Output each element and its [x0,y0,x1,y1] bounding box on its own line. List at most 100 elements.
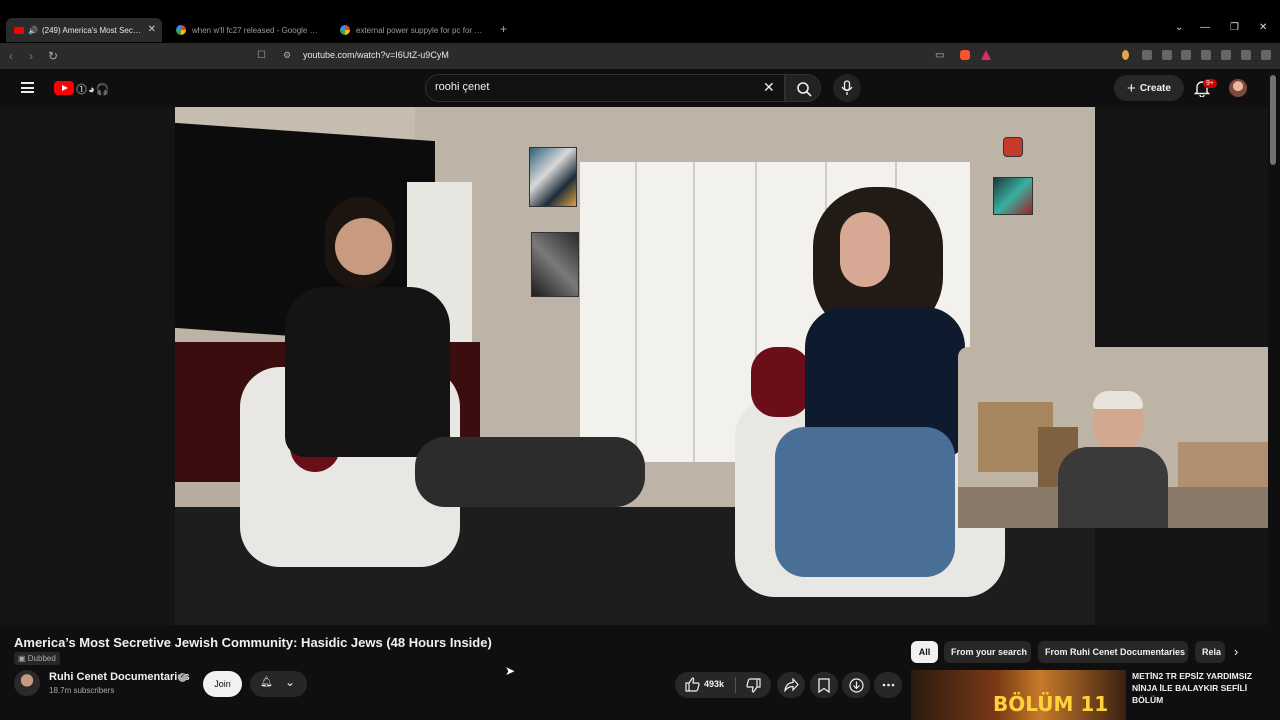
scene-wardrobe-seam [635,162,637,462]
thumbnail-text: BÖLÜM 11 [993,692,1109,716]
youtube-header: ⓵◕🎧 ✕ + Create [0,69,1280,107]
scene-wardrobe-seam [693,162,695,462]
scene-person-man-legs [415,437,645,507]
hamburger-menu-icon[interactable] [21,82,34,93]
webcam-overlay [958,347,1280,528]
dubbed-badge: ▣ Dubbed [14,652,60,665]
page-scrollbar[interactable] [1268,69,1280,720]
tab-youtube[interactable]: 🔊 (249) America's Most Secretiv ✕ [6,18,162,42]
save-button[interactable] [810,672,838,698]
like-count[interactable]: 493k [704,679,724,689]
browser-tabbar: 🔊 (249) America's Most Secretiv ✕ when w… [0,0,1280,43]
youtube-logo[interactable] [54,81,74,95]
leo-ai-icon[interactable] [1221,50,1231,60]
close-icon[interactable]: ✕ [148,24,156,35]
scene-painting [531,232,579,297]
recommended-thumbnail[interactable]: BÖLÜM 11 [911,670,1126,720]
video-title: America’s Most Secretive Jewish Communit… [14,635,492,650]
screen: 🔊 (249) America's Most Secretiv ✕ when w… [0,0,1280,720]
youtube-favicon-icon [14,26,24,34]
chip-related[interactable]: Rela [1195,641,1225,663]
sidebar-icon[interactable] [1181,50,1191,60]
mouse-cursor-icon: ➤ [505,664,516,678]
recommended-title[interactable]: METİN2 TR EPSİZ YARDIMSIZ NİNJA İLE BALA… [1132,670,1252,706]
scene-streamer-body [1058,447,1168,528]
video-frame[interactable] [175,107,1095,625]
tab-label: when w'll fc27 released - Google Sea [192,25,320,35]
share-icon [784,678,799,692]
clear-search-icon[interactable]: ✕ [763,79,775,96]
like-dislike-group: 493k [675,672,771,698]
scene-person-man-head [325,197,395,287]
join-button[interactable]: Join [203,671,242,697]
site-info-icon[interactable]: ⚙ [283,50,291,61]
create-button[interactable]: + Create [1114,75,1184,101]
tab-label: (249) America's Most Secretiv [41,25,142,35]
menu-icon[interactable] [1261,50,1271,60]
verified-check-icon: ✓ [178,673,187,682]
bell-icon: 🔔︎ [260,677,273,688]
download-icon [849,678,864,693]
brave-rewards-icon[interactable] [981,50,991,60]
music-icon[interactable] [1162,50,1172,60]
back-icon[interactable]: ‹ [9,49,13,63]
search-icon [797,82,812,97]
extension-icon[interactable] [1122,50,1129,60]
channel-name[interactable]: Ruhi Cenet Documentaries [49,671,190,683]
window-close-icon[interactable]: ✕ [1259,22,1267,33]
scene-person-woman-face [840,212,890,287]
channel-avatar[interactable] [14,670,40,696]
cast-icon[interactable]: ▭ [935,50,944,61]
scene-person-woman-jeans [775,427,955,577]
new-tab-button[interactable]: + [500,22,507,36]
url-field[interactable]: youtube.com/watch?v=I6UtZ-u9CyM [303,50,449,60]
tab-search-icon[interactable]: ⌄ [1175,22,1183,33]
google-favicon-icon [340,25,350,35]
dislike-icon[interactable] [746,678,761,693]
subscribe-notifications-button[interactable]: 🔔︎ ⌄ [250,671,307,697]
plus-icon: + [1127,79,1136,97]
forward-icon[interactable]: › [29,49,33,63]
extensions-puzzle-icon[interactable] [1142,50,1152,60]
like-divider [735,677,736,693]
tab-google-2[interactable]: external power suppyle for pc for ele [334,18,486,42]
voice-search-button[interactable] [833,74,861,102]
youtube-doodle-icon[interactable]: ⓵◕🎧 [76,81,110,97]
dubbed-label: Dubbed [27,654,56,663]
maximize-icon[interactable]: ❐ [1230,22,1239,33]
address-bar-row: ‹ › ↻ ☐ ⚙ youtube.com/watch?v=I6UtZ-u9Cy… [0,43,1280,69]
bookmark-icon [818,678,830,693]
wallet-icon[interactable] [1201,50,1211,60]
chevron-down-icon: ⌄ [285,675,296,689]
chip-from-search[interactable]: From your search [944,641,1031,663]
more-actions-button[interactable] [874,672,902,698]
share-button[interactable] [777,672,805,698]
microphone-icon [841,80,853,95]
speaker-icon: 🔊 [28,25,38,35]
notification-badge: 9+ [1203,79,1217,88]
minimize-icon[interactable]: — [1200,22,1210,33]
search-button[interactable] [785,74,821,102]
scene-streamer-cap [1093,391,1143,409]
account-avatar[interactable] [1229,79,1247,97]
scene-heart-art [1003,137,1023,157]
bookmark-page-icon[interactable]: ☐ [257,50,266,61]
scene-person-man-body [285,287,450,457]
chip-from-channel[interactable]: From Ruhi Cenet Documentaries [1038,641,1188,663]
chevron-right-icon[interactable]: › [1234,644,1238,659]
download-button[interactable] [842,672,870,698]
scene-painting [529,147,577,207]
search-input[interactable] [435,81,755,93]
search-box[interactable] [425,74,785,102]
tab-label: external power suppyle for pc for ele [356,25,484,35]
scrollbar-thumb[interactable] [1270,75,1276,165]
chip-all[interactable]: All [911,641,938,663]
tab-google-1[interactable]: when w'll fc27 released - Google Sea [170,18,322,42]
brave-shield-icon[interactable] [960,50,970,60]
scene-cushion [751,347,811,417]
like-icon[interactable] [685,677,700,692]
reload-icon[interactable]: ↻ [48,49,58,63]
more-horizontal-icon [882,683,895,687]
create-label: Create [1139,82,1171,94]
vpn-icon[interactable] [1241,50,1251,60]
